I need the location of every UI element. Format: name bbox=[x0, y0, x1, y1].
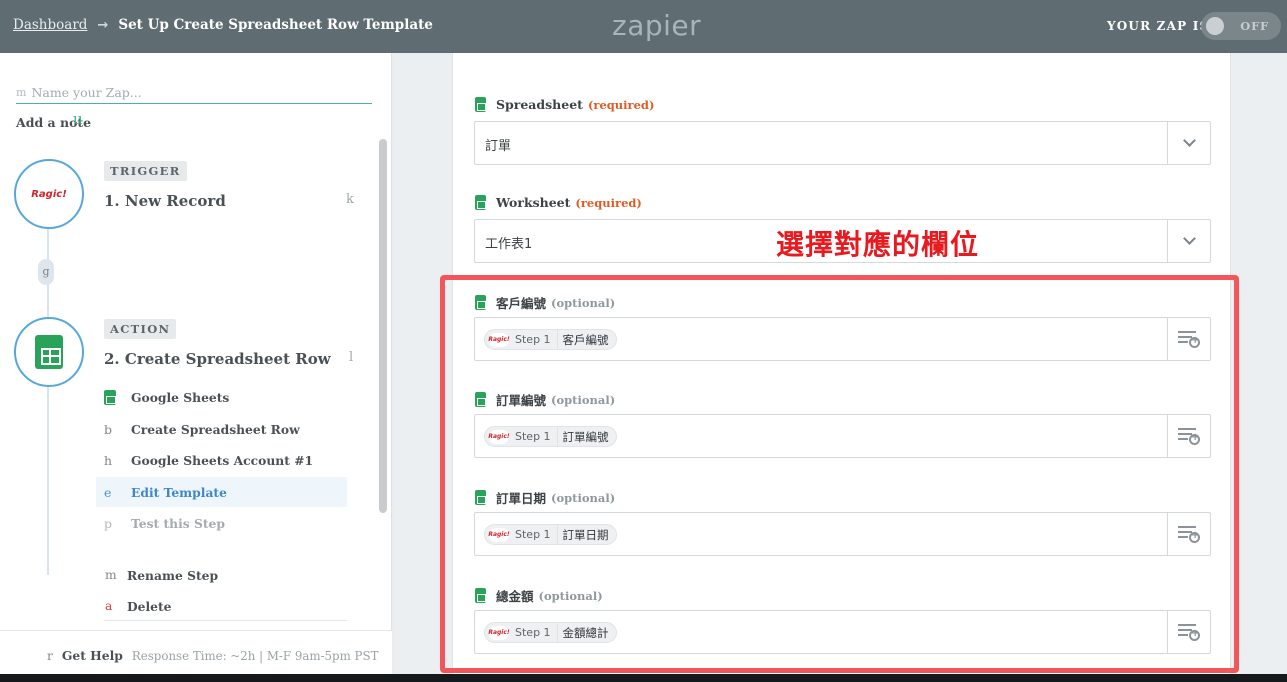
top-bar: Dashboard → Set Up Create Spreadsheet Ro… bbox=[0, 0, 1287, 53]
shortcut-key: m bbox=[16, 86, 27, 99]
trigger-shortcut-u: u bbox=[73, 110, 83, 128]
get-help-row[interactable]: r Get Help Response Time: ~2h | M-F 9am-… bbox=[47, 648, 378, 663]
spreadsheet-value: 訂單 bbox=[485, 139, 512, 154]
action-step-title[interactable]: 2. Create Spreadsheet Row bbox=[104, 350, 331, 368]
google-sheets-icon bbox=[104, 389, 116, 405]
zapier-logo[interactable]: zapier bbox=[612, 9, 701, 42]
zap-status-label: YOUR ZAP IS bbox=[1107, 19, 1210, 33]
rename-step-button[interactable]: m Rename Step bbox=[105, 568, 218, 583]
required-marker: (required) bbox=[575, 195, 642, 210]
breadcrumb-dashboard-link[interactable]: Dashboard bbox=[13, 17, 87, 33]
get-help-link[interactable]: Get Help bbox=[62, 648, 123, 663]
spreadsheet-dropdown-button[interactable] bbox=[1167, 122, 1210, 164]
action-pill: ACTION bbox=[104, 319, 177, 339]
google-sheets-icon bbox=[475, 97, 486, 112]
delete-step-button[interactable]: a Delete bbox=[105, 599, 172, 614]
page-title: Set Up Create Spreadsheet Row Template bbox=[118, 17, 433, 33]
sidebar-item-edit-template[interactable]: e Edit Template bbox=[96, 477, 347, 507]
worksheet-value: 工作表1 bbox=[485, 237, 533, 252]
zap-on-off-toggle[interactable]: OFF bbox=[1201, 12, 1281, 40]
sidebar-scrollbar[interactable] bbox=[379, 139, 387, 513]
delete-step-label: Delete bbox=[127, 599, 172, 614]
sidebar-divider bbox=[104, 620, 347, 621]
help-footer: r Get Help Response Time: ~2h | M-F 9am-… bbox=[0, 630, 392, 674]
toggle-knob bbox=[1206, 17, 1224, 35]
required-marker: (required) bbox=[587, 97, 655, 112]
sidebar-item-label: Test this Step bbox=[131, 515, 225, 531]
response-time-text: Response Time: ~2h | M-F 9am-5pm PST bbox=[131, 649, 379, 663]
breadcrumb: Dashboard → Set Up Create Spreadsheet Ro… bbox=[13, 17, 433, 33]
trigger-pill: TRIGGER bbox=[104, 161, 187, 181]
action-step-key: l bbox=[349, 350, 354, 365]
os-taskbar-strip bbox=[0, 674, 1287, 682]
annotation-text: 選擇對應的欄位 bbox=[776, 228, 980, 261]
ragic-logo-icon: Ragic! bbox=[31, 188, 67, 200]
worksheet-label: Worksheet (required) bbox=[475, 195, 642, 210]
shortcut-key: r bbox=[47, 649, 53, 663]
sidebar-item-test-step[interactable]: p Test this Step bbox=[96, 508, 347, 538]
arrow-right-icon: → bbox=[97, 17, 109, 33]
sidebar-item-label: Create Spreadsheet Row bbox=[131, 421, 300, 437]
shortcut-key: m bbox=[105, 568, 117, 582]
shortcut-key: p bbox=[104, 515, 113, 531]
sidebar-item-account[interactable]: h Google Sheets Account #1 bbox=[96, 445, 347, 475]
chevron-down-icon bbox=[1182, 232, 1196, 245]
trigger-step-key: k bbox=[346, 192, 354, 207]
action-step-node[interactable] bbox=[14, 317, 84, 387]
sidebar-item-app[interactable]: Google Sheets bbox=[96, 382, 347, 412]
shortcut-key: a bbox=[105, 599, 113, 613]
shortcut-key: h bbox=[104, 452, 113, 468]
chevron-down-icon bbox=[1182, 134, 1196, 147]
sidebar-item-label: Google Sheets Account #1 bbox=[131, 452, 314, 468]
worksheet-dropdown-button[interactable] bbox=[1167, 220, 1210, 262]
toggle-state-label: OFF bbox=[1240, 19, 1269, 33]
spreadsheet-label: Spreadsheet (required) bbox=[475, 97, 654, 112]
rename-step-label: Rename Step bbox=[127, 568, 219, 583]
annotation-highlight-box bbox=[440, 275, 1239, 673]
field-label-text: Spreadsheet bbox=[496, 97, 583, 112]
shortcut-key: b bbox=[104, 421, 113, 437]
sidebar-item-label: Edit Template bbox=[131, 484, 227, 500]
zap-name-input[interactable]: m Name your Zap... bbox=[16, 82, 372, 104]
google-sheets-icon bbox=[35, 335, 63, 369]
sidebar-item-action[interactable]: b Create Spreadsheet Row bbox=[96, 414, 347, 444]
field-label-text: Worksheet bbox=[496, 195, 571, 210]
shortcut-key: e bbox=[104, 484, 112, 500]
zap-name-placeholder: Name your Zap... bbox=[31, 85, 142, 100]
trigger-step-node[interactable]: Ragic! bbox=[14, 159, 84, 229]
add-step-connector[interactable]: g bbox=[38, 259, 54, 285]
google-sheets-icon bbox=[475, 195, 486, 210]
spreadsheet-select[interactable]: 訂單 bbox=[474, 121, 1211, 165]
sidebar-item-label: Google Sheets bbox=[131, 389, 230, 405]
trigger-step-title[interactable]: 1. New Record bbox=[104, 192, 226, 210]
